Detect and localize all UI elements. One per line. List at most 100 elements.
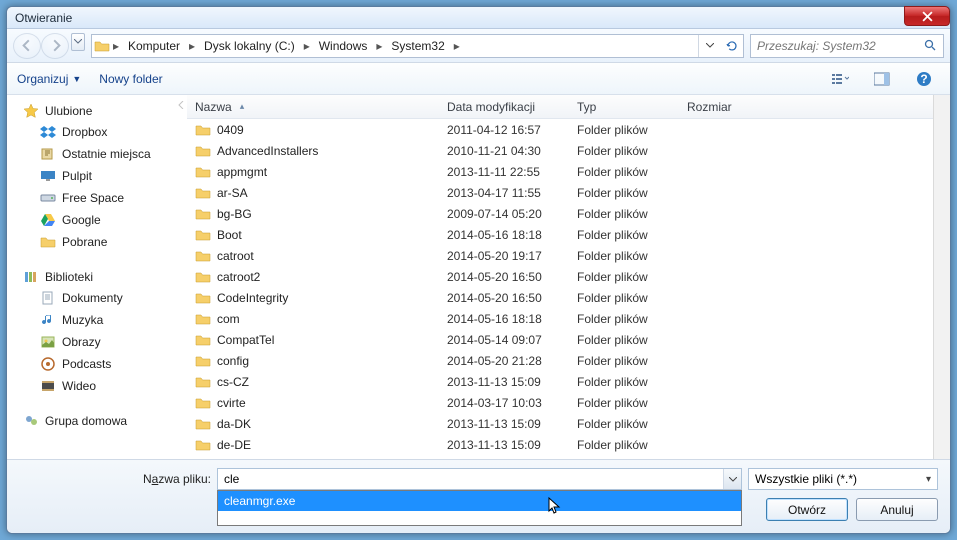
- scrollbar[interactable]: [933, 95, 950, 459]
- file-row[interactable]: catroot22014-05-20 16:50Folder plików: [187, 266, 933, 287]
- close-button[interactable]: [904, 6, 950, 26]
- file-row[interactable]: bg-BG2009-07-14 05:20Folder plików: [187, 203, 933, 224]
- file-name: bg-BG: [217, 207, 252, 221]
- search-input[interactable]: [757, 39, 924, 53]
- sidebar-item-label: Free Space: [62, 191, 124, 205]
- file-row[interactable]: ar-SA2013-04-17 11:55Folder plików: [187, 182, 933, 203]
- file-row[interactable]: da-DK2013-11-13 15:09Folder plików: [187, 413, 933, 434]
- file-row[interactable]: Boot2014-05-16 18:18Folder plików: [187, 224, 933, 245]
- videos-icon: [40, 378, 56, 394]
- file-row[interactable]: cvirte2014-03-17 10:03Folder plików: [187, 392, 933, 413]
- path-dropdown-button[interactable]: [699, 35, 721, 57]
- footer: Nazwa pliku: cleanmgr.exe Wszystkie plik…: [7, 459, 950, 533]
- file-row[interactable]: com2014-05-16 18:18Folder plików: [187, 308, 933, 329]
- folder-icon: [195, 269, 211, 285]
- sidebar-item-desktop[interactable]: Pulpit: [9, 165, 173, 187]
- file-row[interactable]: de-DE2013-11-13 15:09Folder plików: [187, 434, 933, 455]
- sidebar-item-pictures[interactable]: Obrazy: [9, 331, 173, 353]
- sidebar-item-freespace[interactable]: Free Space: [9, 187, 173, 209]
- sidebar[interactable]: Ulubione Dropbox Ostatnie miejsca Pulpit…: [7, 95, 175, 459]
- folder-icon: [195, 353, 211, 369]
- cancel-button[interactable]: Anuluj: [856, 498, 938, 521]
- sidebar-favorites-head[interactable]: Ulubione: [9, 101, 173, 121]
- forward-button[interactable]: [41, 33, 69, 59]
- sidebar-item-documents[interactable]: Dokumenty: [9, 287, 173, 309]
- search-icon: [924, 39, 937, 52]
- file-type: Folder plików: [577, 291, 687, 305]
- file-row[interactable]: catroot2014-05-20 19:17Folder plików: [187, 245, 933, 266]
- nav-history-dropdown[interactable]: [71, 33, 85, 51]
- sidebar-item-music[interactable]: Muzyka: [9, 309, 173, 331]
- sidebar-item-google[interactable]: Google: [9, 209, 173, 231]
- file-date: 2014-05-20 16:50: [447, 291, 577, 305]
- file-row[interactable]: appmgmt2013-11-11 22:55Folder plików: [187, 161, 933, 182]
- filename-dropdown-button[interactable]: [723, 469, 741, 489]
- breadcrumb-segment[interactable]: System32: [385, 35, 450, 57]
- desktop-icon: [40, 168, 56, 184]
- file-name: config: [217, 354, 249, 368]
- file-type: Folder plików: [577, 375, 687, 389]
- drive-icon: [40, 190, 56, 206]
- sidebar-item-podcasts[interactable]: Podcasts: [9, 353, 173, 375]
- file-row[interactable]: AdvancedInstallers2010-11-21 04:30Folder…: [187, 140, 933, 161]
- view-options-button[interactable]: [824, 68, 856, 90]
- open-button[interactable]: Otwórz: [766, 498, 848, 521]
- refresh-button[interactable]: [721, 35, 743, 57]
- filename-input[interactable]: [217, 468, 742, 490]
- sidebar-head-label: Biblioteki: [45, 270, 93, 284]
- autocomplete-item[interactable]: cleanmgr.exe: [218, 491, 741, 511]
- file-type: Folder plików: [577, 165, 687, 179]
- music-icon: [40, 312, 56, 328]
- splitter[interactable]: [175, 95, 187, 459]
- file-row[interactable]: cs-CZ2013-11-13 15:09Folder plików: [187, 371, 933, 392]
- column-header-type[interactable]: Typ: [577, 100, 687, 114]
- filetype-filter[interactable]: Wszystkie pliki (*.*): [748, 468, 938, 490]
- file-date: 2010-11-21 04:30: [447, 144, 577, 158]
- file-row[interactable]: config2014-05-20 21:28Folder plików: [187, 350, 933, 371]
- filename-label: Nazwa pliku:: [19, 472, 211, 486]
- sidebar-libraries-head[interactable]: Biblioteki: [9, 267, 173, 287]
- file-name: de-DE: [217, 438, 251, 452]
- dropbox-icon: [40, 124, 56, 140]
- chevron-right-icon: ▸: [301, 39, 313, 53]
- file-type: Folder plików: [577, 354, 687, 368]
- breadcrumb-segment[interactable]: Windows: [313, 35, 374, 57]
- folder-icon: [195, 395, 211, 411]
- close-icon: [922, 11, 933, 22]
- column-headers: Nazwa▴ Data modyfikacji Typ Rozmiar: [187, 95, 933, 119]
- file-row[interactable]: CodeIntegrity2014-05-20 16:50Folder plik…: [187, 287, 933, 308]
- google-drive-icon: [40, 212, 56, 228]
- file-type: Folder plików: [577, 144, 687, 158]
- file-date: 2013-11-13 15:09: [447, 375, 577, 389]
- breadcrumb-segment[interactable]: Dysk lokalny (C:): [198, 35, 301, 57]
- file-name: com: [217, 312, 240, 326]
- sort-asc-icon: ▴: [240, 101, 245, 112]
- breadcrumb-segment[interactable]: Komputer: [122, 35, 186, 57]
- column-header-name[interactable]: Nazwa▴: [195, 100, 447, 114]
- search-box[interactable]: [750, 34, 944, 58]
- file-type: Folder plików: [577, 270, 687, 284]
- file-type: Folder plików: [577, 123, 687, 137]
- sidebar-homegroup-head[interactable]: Grupa domowa: [9, 411, 173, 431]
- sidebar-item-dropbox[interactable]: Dropbox: [9, 121, 173, 143]
- sidebar-item-label: Dropbox: [62, 125, 107, 139]
- column-header-size[interactable]: Rozmiar: [687, 100, 787, 114]
- help-button[interactable]: ?: [908, 68, 940, 90]
- sidebar-item-downloads[interactable]: Pobrane: [9, 231, 173, 253]
- organize-menu[interactable]: Organizuj ▼: [17, 72, 81, 86]
- sidebar-item-videos[interactable]: Wideo: [9, 375, 173, 397]
- back-button[interactable]: [13, 33, 41, 59]
- file-list-body[interactable]: 04092011-04-12 16:57Folder plikówAdvance…: [187, 119, 933, 459]
- breadcrumb[interactable]: ▸ Komputer ▸ Dysk lokalny (C:) ▸ Windows…: [91, 34, 744, 58]
- new-folder-button[interactable]: Nowy folder: [99, 72, 162, 86]
- file-row[interactable]: 04092011-04-12 16:57Folder plików: [187, 119, 933, 140]
- sidebar-item-label: Obrazy: [62, 335, 101, 349]
- file-date: 2014-05-20 16:50: [447, 270, 577, 284]
- preview-pane-button[interactable]: [866, 68, 898, 90]
- downloads-icon: [40, 234, 56, 250]
- file-type: Folder plików: [577, 312, 687, 326]
- sidebar-item-recent[interactable]: Ostatnie miejsca: [9, 143, 173, 165]
- column-header-date[interactable]: Data modyfikacji: [447, 100, 577, 114]
- file-row[interactable]: CompatTel2014-05-14 09:07Folder plików: [187, 329, 933, 350]
- file-name: appmgmt: [217, 165, 267, 179]
